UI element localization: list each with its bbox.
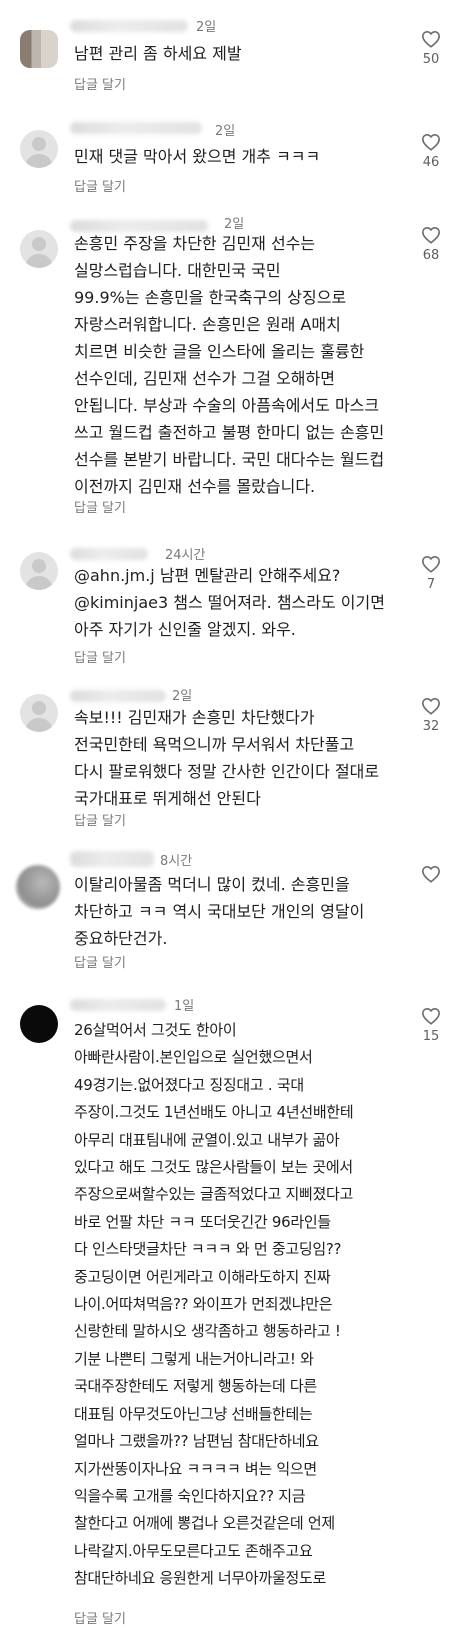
- avatar[interactable]: [20, 552, 58, 590]
- heart-outline-icon: [421, 133, 441, 151]
- like-button[interactable]: 15: [416, 1007, 446, 1044]
- username-redacted: [70, 999, 166, 1011]
- reply-button[interactable]: 답글 달기: [74, 74, 126, 93]
- heart-outline-icon: [421, 1007, 441, 1025]
- comment-time: 2일: [172, 689, 193, 704]
- comment: 2일 속보!!! 김민재가 손흥민 차단했다가 전국민한테 욕먹으니까 무서워서…: [0, 680, 474, 845]
- comment: 8시간 이탈리아물좀 먹더니 많이 컸네. 손흥민을 차단하고 ㅋㅋ 역시 국대…: [0, 845, 474, 985]
- like-count: 50: [422, 52, 440, 67]
- comment-text: 속보!!! 김민재가 손흥민 차단했다가 전국민한테 욕먹으니까 무서워서 차단…: [74, 708, 380, 808]
- username-redacted: [70, 851, 154, 867]
- comment: 2일 남편 관리 좀 하세요 제발 답글 달기 50: [0, 0, 474, 100]
- like-button[interactable]: [416, 865, 446, 887]
- comment-text: 남편 관리 좀 하세요 제발: [74, 44, 242, 63]
- comment-text: @ahn.jm.j 남편 멘탈관리 안해주세요? @kiminjae3 챔스 떨…: [74, 566, 385, 639]
- comment: 2일 손흥민 주장을 차단한 김민재 선수는 실망스럽습니다. 대한민국 국민 …: [0, 200, 474, 540]
- username-redacted: [70, 690, 166, 702]
- heart-outline-icon: [421, 697, 441, 715]
- reply-button[interactable]: 답글 달기: [74, 810, 126, 829]
- comment-text: 민재 댓글 막아서 왔으면 개추 ㅋㅋㅋ: [74, 147, 321, 166]
- comment-time: 8시간: [160, 854, 193, 869]
- comment: 24시간 @ahn.jm.j 남편 멘탈관리 안해주세요? @kiminjae3…: [0, 540, 474, 680]
- comment-time: 24시간: [165, 548, 206, 563]
- like-button[interactable]: 50: [416, 30, 446, 67]
- like-count: 68: [422, 248, 440, 263]
- comment: 2일 민재 댓글 막아서 왔으면 개추 ㅋㅋㅋ 답글 달기 46: [0, 100, 474, 200]
- comment-time: 1일: [174, 999, 195, 1014]
- heart-outline-icon: [421, 865, 441, 883]
- avatar[interactable]: [20, 130, 58, 168]
- avatar[interactable]: [20, 30, 58, 68]
- comment-text: 이탈리아물좀 먹더니 많이 컸네. 손흥민을 차단하고 ㅋㅋ 역시 국대보단 개…: [74, 875, 365, 948]
- reply-button[interactable]: 답글 달기: [74, 176, 126, 195]
- heart-outline-icon: [421, 30, 441, 48]
- reply-button[interactable]: 답글 달기: [74, 1608, 126, 1627]
- username-redacted: [70, 122, 202, 134]
- like-button[interactable]: 68: [416, 226, 446, 263]
- comment: 1일 26살먹어서 그것도 한아이 아빠란사람이.본인입으로 실언했으면서 49…: [0, 985, 474, 1633]
- like-button[interactable]: 7: [416, 555, 446, 592]
- heart-outline-icon: [421, 226, 441, 244]
- reply-button[interactable]: 답글 달기: [74, 497, 126, 516]
- avatar[interactable]: [20, 694, 58, 732]
- reply-button[interactable]: 답글 달기: [74, 647, 126, 666]
- username-redacted: [70, 548, 148, 560]
- like-count: 32: [422, 719, 440, 734]
- avatar[interactable]: [20, 230, 58, 268]
- comment-time: 2일: [196, 20, 217, 35]
- reply-button[interactable]: 답글 달기: [74, 952, 126, 971]
- like-button[interactable]: 46: [416, 133, 446, 170]
- comment-text: 손흥민 주장을 차단한 김민재 선수는 실망스럽습니다. 대한민국 국민 99.…: [74, 234, 385, 496]
- like-button[interactable]: 32: [416, 697, 446, 734]
- username-redacted: [70, 20, 188, 32]
- avatar[interactable]: [16, 865, 60, 909]
- like-count: 15: [422, 1029, 440, 1044]
- comment-text: 26살먹어서 그것도 한아이 아빠란사람이.본인입으로 실언했으면서 49경기는…: [74, 1021, 354, 1588]
- comment-time: 2일: [215, 124, 236, 139]
- heart-outline-icon: [421, 555, 441, 573]
- like-count: 7: [426, 577, 436, 592]
- avatar[interactable]: [20, 1005, 58, 1043]
- like-count: 46: [422, 155, 440, 170]
